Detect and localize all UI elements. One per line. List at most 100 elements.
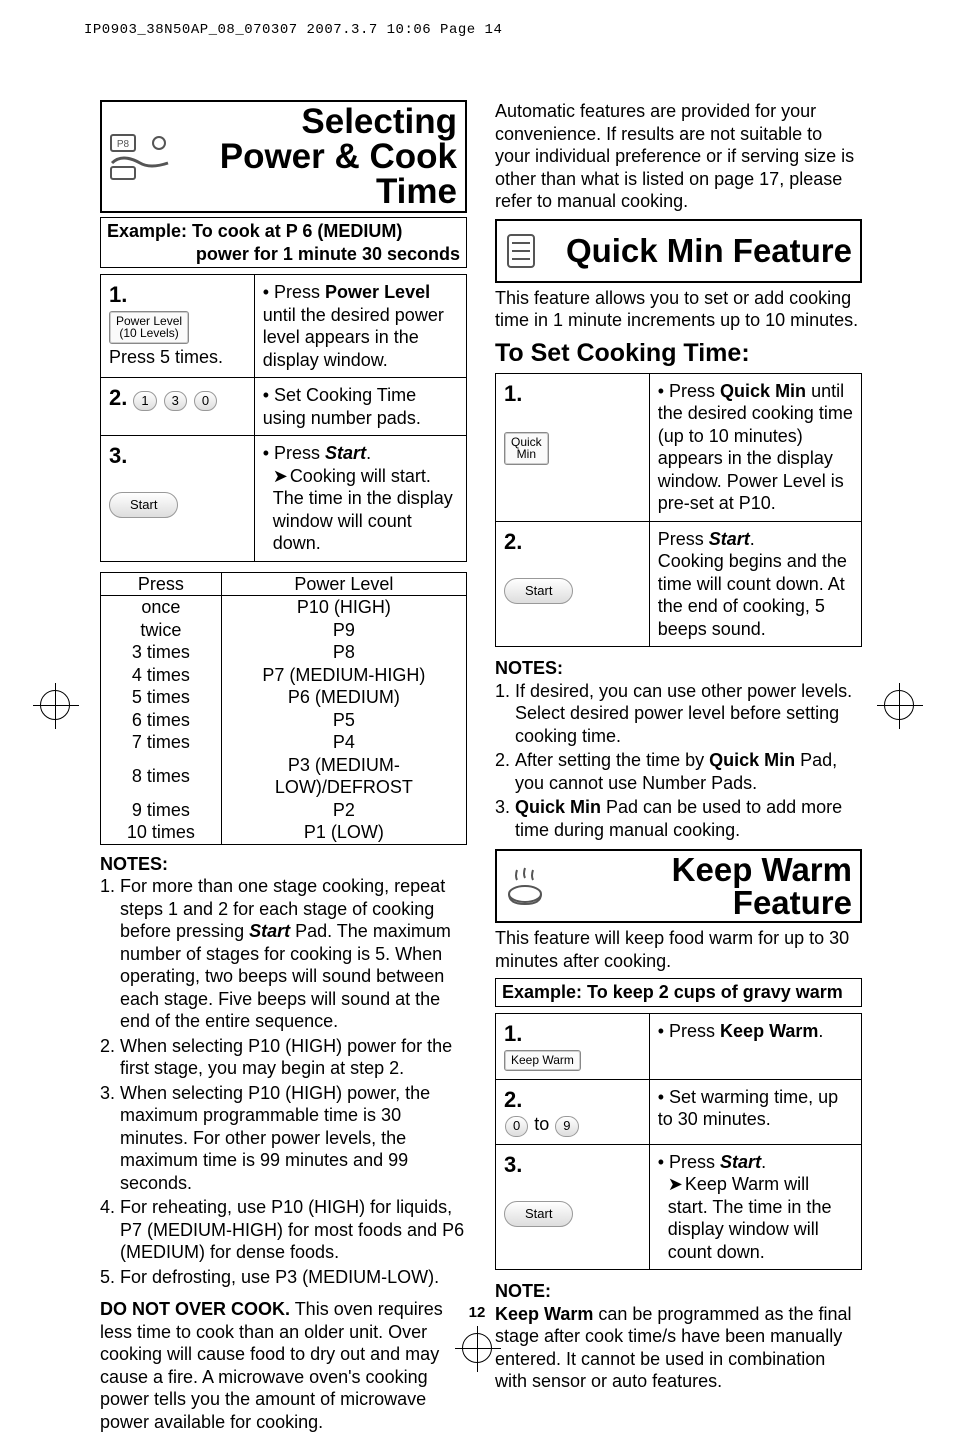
cell: P6 (MEDIUM) xyxy=(221,686,466,709)
quick-min-icon xyxy=(501,223,541,279)
right-column: Automatic features are provided for your… xyxy=(495,100,862,1433)
section-title-quick-min: Quick Min Feature xyxy=(495,219,862,283)
left-column: P8 Selecting Power & Cook Time Example: … xyxy=(100,100,467,1433)
registration-mark xyxy=(40,690,70,720)
page-number: 12 xyxy=(0,1304,954,1323)
step-number: 3. xyxy=(504,1152,522,1177)
power-cook-icon: P8 xyxy=(106,129,182,185)
auto-intro: Automatic features are provided for your… xyxy=(495,100,862,213)
cell: 5 times xyxy=(101,686,222,709)
cell: P4 xyxy=(221,731,466,754)
quick-intro: This feature allows you to set or add co… xyxy=(495,287,862,332)
step-text: Press Power Level until the desired powe… xyxy=(263,281,458,371)
cell: twice xyxy=(101,619,222,642)
cell: 4 times xyxy=(101,664,222,687)
table-row: 1. Quick Min Press Quick Min until the d… xyxy=(496,373,862,521)
step-result: Cooking begins and the time will count d… xyxy=(658,551,847,639)
cell: P2 xyxy=(221,799,466,822)
step-text: Press Start. xyxy=(263,442,458,465)
cell: P9 xyxy=(221,619,466,642)
section-title-text: Quick Min Feature xyxy=(547,234,852,267)
cell: P10 (HIGH) xyxy=(221,596,466,619)
table-header: Power Level xyxy=(221,572,466,596)
example-bar: Example: To keep 2 cups of gravy warm xyxy=(495,978,862,1007)
keep-warm-pad: Keep Warm xyxy=(504,1050,581,1071)
step-text: Set warming time, up to 30 minutes. xyxy=(658,1086,853,1131)
table-row: 1. Keep Warm Press Keep Warm. xyxy=(496,1013,862,1079)
example-bar: Example: To cook at P 6 (MEDIUM) power f… xyxy=(100,217,467,268)
cell: once xyxy=(101,596,222,619)
table-row: 1. Power Level (10 Levels) Press 5 times… xyxy=(101,275,467,378)
note-heading: NOTE: xyxy=(495,1280,862,1303)
keep-warm-icon xyxy=(501,858,549,914)
example-text: Example: To keep 2 cups of gravy warm xyxy=(502,982,843,1002)
table-header: Press xyxy=(101,572,222,596)
power-steps-table: 1. Power Level (10 Levels) Press 5 times… xyxy=(100,274,467,562)
step-number: 1. xyxy=(109,282,127,307)
step-number: 1. xyxy=(504,1021,522,1046)
number-key-1: 1 xyxy=(133,391,156,411)
cell: P5 xyxy=(221,709,466,732)
step-text: Press Keep Warm. xyxy=(658,1020,853,1043)
step-text: Press Start. xyxy=(658,529,755,549)
section-title-selecting-power: P8 Selecting Power & Cook Time xyxy=(100,100,467,213)
section-title-text: Keep Warm Feature xyxy=(555,853,852,919)
step-result: Cooking will start. The time in the disp… xyxy=(273,465,458,555)
table-row: 2. Start Press Start. Cooking begins and… xyxy=(496,521,862,647)
table-row: 2. 0 to 9 Set warming time, up to 30 min… xyxy=(496,1079,862,1144)
cell: 8 times xyxy=(101,754,222,799)
list-item: When selecting P10 (HIGH) power, the max… xyxy=(120,1082,467,1195)
step-instruction: Press 5 times. xyxy=(109,347,223,367)
cell: P8 xyxy=(221,641,466,664)
step-text: Press Start. xyxy=(658,1151,853,1174)
example-line2: power for 1 minute 30 seconds xyxy=(107,243,460,266)
notes-list: If desired, you can use other power leve… xyxy=(495,680,862,842)
number-key-9: 9 xyxy=(555,1116,578,1136)
step-number: 2. xyxy=(504,1087,522,1112)
list-item: When selecting P10 (HIGH) power for the … xyxy=(120,1035,467,1080)
quick-subhead: To Set Cooking Time: xyxy=(495,338,862,369)
quick-min-pad: Quick Min xyxy=(504,432,549,465)
start-pad: Start xyxy=(504,1201,573,1227)
power-level-pad: Power Level (10 Levels) xyxy=(109,311,189,344)
cell: P3 (MEDIUM-LOW)/DEFROST xyxy=(221,754,466,799)
list-item: After setting the time by Quick Min Pad,… xyxy=(515,749,862,794)
quick-steps-table: 1. Quick Min Press Quick Min until the d… xyxy=(495,373,862,648)
step-number: 1. xyxy=(504,381,522,406)
number-key-3: 3 xyxy=(164,391,187,411)
start-pad: Start xyxy=(504,578,573,604)
cell: 6 times xyxy=(101,709,222,732)
list-item: For reheating, use P10 (HIGH) for liquid… xyxy=(120,1196,467,1264)
cell: 7 times xyxy=(101,731,222,754)
cell: P7 (MEDIUM-HIGH) xyxy=(221,664,466,687)
cell: P1 (LOW) xyxy=(221,821,466,844)
list-item: For more than one stage cooking, repeat … xyxy=(120,875,467,1033)
svg-text:P8: P8 xyxy=(117,139,130,150)
notes-heading: NOTES: xyxy=(100,853,467,876)
keepwarm-intro: This feature will keep food warm for up … xyxy=(495,927,862,972)
notes-list: For more than one stage cooking, repeat … xyxy=(100,875,467,1288)
registration-mark xyxy=(884,690,914,720)
table-row: 2. 1 3 0 Set Cooking Time using number p… xyxy=(101,378,467,436)
table-row: 3. Start Press Start. Keep Warm will sta… xyxy=(496,1144,862,1270)
list-item: For defrosting, use P3 (MEDIUM-LOW). xyxy=(120,1266,467,1289)
print-header: IP0903_38N50AP_08_070307 2007.3.7 10:06 … xyxy=(84,22,502,40)
keepwarm-steps-table: 1. Keep Warm Press Keep Warm. 2. 0 to 9 … xyxy=(495,1013,862,1270)
step-number: 2. xyxy=(504,529,522,554)
number-key-0: 0 xyxy=(194,391,217,411)
step-text: Press Quick Min until the desired cookin… xyxy=(658,380,853,515)
to-label: to xyxy=(534,1114,549,1134)
list-item: Quick Min Pad can be used to add more ti… xyxy=(515,796,862,841)
step-number: 2. xyxy=(109,385,127,410)
example-line1: Example: To cook at P 6 (MEDIUM) xyxy=(107,221,402,241)
step-text: Set Cooking Time using number pads. xyxy=(263,384,458,429)
step-number: 3. xyxy=(109,443,127,468)
cell: 10 times xyxy=(101,821,222,844)
step-result: Keep Warm will start. The time in the di… xyxy=(668,1173,853,1263)
start-pad: Start xyxy=(109,492,178,518)
cell: 9 times xyxy=(101,799,222,822)
section-title-keep-warm: Keep Warm Feature xyxy=(495,849,862,923)
cell: 3 times xyxy=(101,641,222,664)
notes-heading: NOTES: xyxy=(495,657,862,680)
section-title-text: Selecting Power & Cook Time xyxy=(188,104,457,209)
